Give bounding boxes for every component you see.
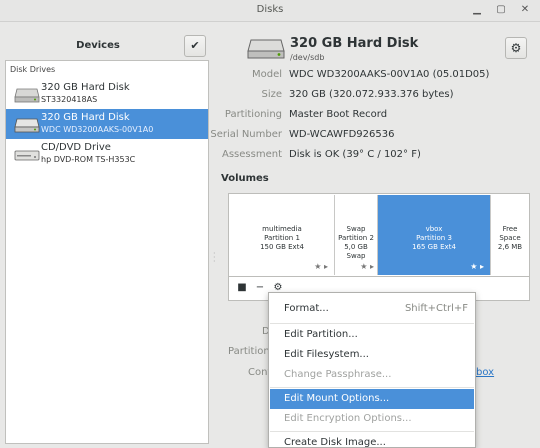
star-mounted-icon: ★ ▸ — [314, 262, 328, 271]
mount-point-link-partial[interactable]: box — [476, 367, 494, 378]
drive-name: 320 GB Hard Disk — [41, 112, 130, 123]
menu-item-label: Create Disk Image... — [284, 437, 386, 448]
menu-item-edit-partition[interactable]: Edit Partition... — [270, 325, 474, 345]
maximize-icon[interactable]: ▢ — [494, 3, 508, 17]
size-value: 320 GB (320.072.933.376 bytes) — [289, 89, 454, 100]
free-space-size: 2,6 MB — [497, 243, 523, 251]
sidebar-title: Devices — [76, 40, 120, 51]
title-bar: Disks ▁ ▢ ✕ — [0, 0, 540, 22]
menu-item-label: Edit Filesystem... — [284, 349, 369, 360]
partition-number: Partition 2 — [338, 234, 374, 242]
menu-item-label: Edit Encryption Options... — [284, 413, 412, 424]
star-mounted-icon: ★ ▸ — [470, 262, 484, 271]
menu-item-label: Edit Partition... — [284, 329, 358, 340]
partition-2[interactable]: Swap Partition 2 5,0 GB Swap ★ ▸ — [335, 195, 378, 275]
partition-number: Partition 1 — [264, 234, 300, 242]
free-space-label: Free Space — [499, 225, 521, 242]
drive-model: hp DVD-ROM TS-H353C — [41, 155, 136, 164]
checkmark-icon: ✔ — [190, 39, 200, 52]
drive-name: 320 GB Hard Disk — [41, 82, 130, 93]
menu-item-edit-mount-options[interactable]: Edit Mount Options... — [270, 389, 474, 409]
stop-icon[interactable]: ■ — [235, 281, 249, 295]
free-space[interactable]: Free Space 2,6 MB — [491, 195, 529, 275]
drive-item-wd3200aaks[interactable]: 320 GB Hard Disk WDC WD3200AAKS-00V1A0 — [6, 109, 208, 139]
star-mounted-icon: ★ ▸ — [360, 262, 374, 271]
minimize-icon[interactable]: ▁ — [470, 3, 484, 17]
partition-name: multimedia — [262, 225, 302, 233]
partitioning-value: Master Boot Record — [289, 109, 388, 120]
menu-separator — [270, 387, 474, 388]
menu-item-label: Format... — [284, 303, 329, 314]
partition-size: 165 GB Ext4 — [412, 243, 456, 251]
menu-item-label: Change Passphrase... — [284, 369, 392, 380]
serial-number-label: Serial Number — [210, 129, 282, 140]
sidebar-header: Devices ✔ — [0, 22, 212, 60]
disk-device-path: /dev/sdb — [290, 53, 325, 62]
partitioning-label: Partitioning — [224, 109, 282, 120]
assessment-label: Assessment — [222, 149, 282, 160]
partition-3[interactable]: vbox Partition 3 165 GB Ext4 ★ ▸ — [378, 195, 491, 275]
menu-item-accelerator: Shift+Ctrl+F — [404, 303, 468, 314]
model-value: WDC WD3200AAKS-00V1A0 (05.01D05) — [289, 69, 490, 80]
partition-options-menu: Format... Shift+Ctrl+F Edit Partition...… — [268, 292, 476, 448]
hard-disk-icon — [14, 88, 40, 103]
drive-model: WDC WD3200AAKS-00V1A0 — [41, 125, 154, 134]
pane-separator-handle[interactable]: · · · — [213, 250, 216, 266]
partition-type-label-partial: Partition — [228, 346, 270, 357]
partition-name: vbox — [425, 225, 443, 233]
group-label-disk-drives: Disk Drives — [10, 65, 56, 74]
volume-map: multimedia Partition 1 150 GB Ext4 ★ ▸ S… — [228, 193, 530, 277]
select-mode-button[interactable]: ✔ — [184, 35, 206, 57]
remove-partition-icon[interactable]: − — [253, 281, 267, 295]
menu-item-label: Edit Mount Options... — [284, 393, 390, 404]
optical-drive-icon — [14, 150, 40, 161]
menu-item-format[interactable]: Format... Shift+Ctrl+F — [270, 299, 474, 319]
menu-separator — [270, 431, 474, 432]
drive-name: CD/DVD Drive — [41, 142, 111, 153]
hard-disk-icon — [247, 39, 285, 59]
menu-item-change-passphrase: Change Passphrase... — [270, 365, 474, 385]
device-list: Disk Drives 320 GB Hard Disk ST3320418AS… — [5, 60, 209, 444]
drive-item-cd-dvd[interactable]: CD/DVD Drive hp DVD-ROM TS-H353C — [6, 139, 208, 169]
drive-model: ST3320418AS — [41, 95, 98, 104]
hard-disk-icon — [14, 118, 40, 133]
menu-item-create-disk-image[interactable]: Create Disk Image... — [270, 433, 474, 448]
partition-size: 5,0 GB Swap — [344, 243, 368, 260]
size-label: Size — [261, 89, 282, 100]
partition-1[interactable]: multimedia Partition 1 150 GB Ext4 ★ ▸ — [230, 195, 335, 275]
menu-separator — [270, 323, 474, 324]
partition-size: 150 GB Ext4 — [260, 243, 304, 251]
assessment-value: Disk is OK (39° C / 102° F) — [289, 149, 421, 160]
model-label: Model — [251, 69, 282, 80]
disk-settings-button[interactable]: ⚙ — [505, 37, 527, 59]
window-title: Disks — [256, 4, 284, 15]
drive-item-st3320418as[interactable]: 320 GB Hard Disk ST3320418AS — [6, 79, 208, 109]
disk-title: 320 GB Hard Disk — [290, 36, 419, 51]
gear-icon: ⚙ — [510, 41, 522, 55]
partition-number: Partition 3 — [416, 234, 452, 242]
menu-item-edit-filesystem[interactable]: Edit Filesystem... — [270, 345, 474, 365]
close-icon[interactable]: ✕ — [518, 3, 532, 17]
serial-number-value: WD-WCAWFD926536 — [289, 129, 395, 140]
volumes-heading: Volumes — [221, 173, 269, 184]
partition-name: Swap — [346, 225, 366, 233]
menu-item-edit-encryption-options: Edit Encryption Options... — [270, 409, 474, 429]
